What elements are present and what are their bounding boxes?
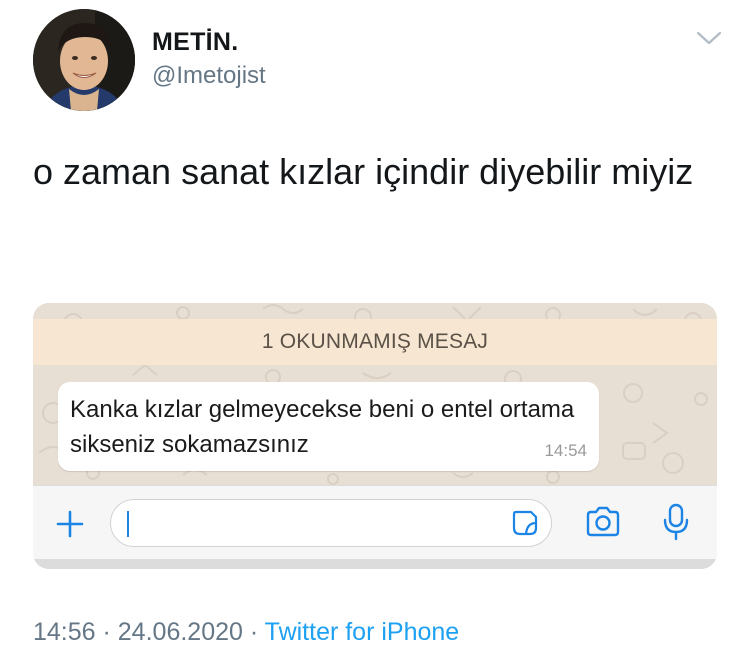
camera-icon[interactable] — [585, 506, 621, 538]
chevron-down-icon[interactable] — [694, 27, 724, 49]
message-bubble[interactable]: Kanka kızlar gelmeyecekse beni o entel o… — [58, 382, 599, 471]
message-text: Kanka kızlar gelmeyecekse beni o entel o… — [70, 396, 575, 458]
unread-messages-banner: 1 OKUNMAMIŞ MESAJ — [33, 319, 717, 365]
separator-dot: · — [95, 618, 118, 646]
message-input-bar — [33, 485, 717, 560]
avatar[interactable] — [33, 9, 135, 111]
display-name[interactable]: METİN. — [152, 28, 239, 57]
message-input-field[interactable] — [110, 499, 552, 547]
tweet-text: o zaman sanat kızlar içindir diyebilir m… — [33, 151, 694, 192]
tweet-date[interactable]: 24.06.2020 — [118, 618, 243, 646]
user-handle[interactable]: @Imetojist — [152, 62, 266, 90]
sticker-icon[interactable] — [511, 509, 539, 537]
microphone-icon[interactable] — [663, 503, 689, 541]
separator-dot: · — [242, 618, 265, 646]
attached-screenshot[interactable]: 1 OKUNMAMIŞ MESAJ Kanka kızlar gelmeyece… — [33, 303, 717, 569]
message-time: 14:54 — [544, 441, 587, 460]
screenshot-bottom-edge — [33, 559, 717, 569]
tweet-metadata: 14:56 · 24.06.2020 · Twitter for iPhone — [33, 618, 459, 647]
tweet-time[interactable]: 14:56 — [33, 618, 96, 646]
text-cursor — [127, 511, 129, 537]
tweet-source-link[interactable]: Twitter for iPhone — [265, 618, 460, 646]
plus-icon[interactable] — [55, 509, 85, 539]
